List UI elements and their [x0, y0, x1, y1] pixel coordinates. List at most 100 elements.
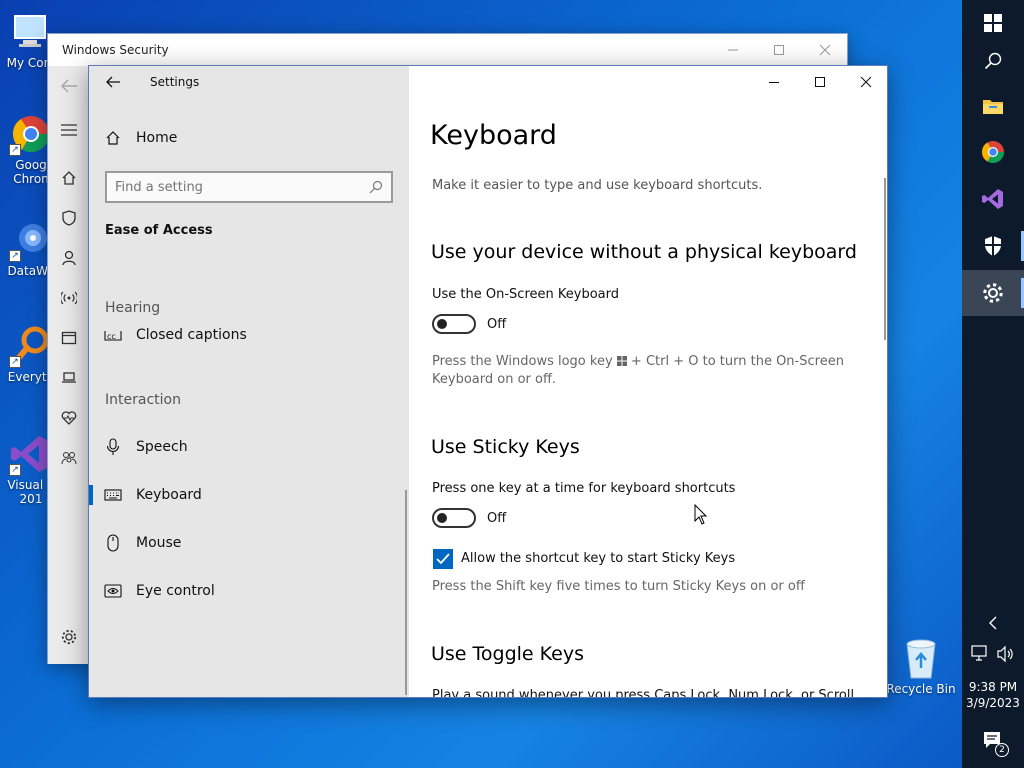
- osk-toggle-label: Use the On-Screen Keyboard: [432, 287, 619, 302]
- recycle-bin-icon: [899, 636, 943, 680]
- taskbar: 9:38 PM 3/9/2023 2: [962, 0, 1024, 768]
- home-icon[interactable]: [57, 166, 81, 190]
- section-heading-sticky-keys: Use Sticky Keys: [431, 436, 580, 458]
- shield-icon[interactable]: [57, 206, 81, 230]
- closed-captions-icon: cc: [89, 328, 136, 342]
- file-explorer-icon: [983, 100, 1003, 114]
- settings-sidebar: Settings Home Ease of Access Hearing cc …: [89, 66, 409, 697]
- maximize-button[interactable]: [797, 66, 843, 98]
- minimize-icon: [728, 49, 738, 51]
- minimize-button[interactable]: [751, 66, 797, 98]
- notification-count-badge: 2: [995, 743, 1009, 757]
- category-title: Ease of Access: [105, 223, 213, 238]
- nav-item-closed-captions[interactable]: cc Closed captions: [89, 315, 407, 355]
- back-arrow-icon[interactable]: [57, 74, 81, 98]
- eye-control-icon: [89, 584, 136, 598]
- network-status-icon[interactable]: [971, 645, 993, 665]
- settings-window[interactable]: Settings Home Ease of Access Hearing cc …: [88, 65, 888, 698]
- close-icon: [860, 76, 872, 88]
- maximize-icon: [815, 77, 825, 87]
- windows-security-nav-rail: [48, 66, 90, 664]
- clock[interactable]: 9:38 PM 3/9/2023: [962, 679, 1024, 711]
- page-subtitle: Make it easier to type and use keyboard …: [432, 178, 763, 193]
- close-button[interactable]: [843, 66, 887, 98]
- shortcut-arrow-icon: ↗: [9, 144, 21, 156]
- windows-logo-icon: [616, 356, 627, 366]
- nav-item-label: Closed captions: [136, 327, 247, 343]
- show-hidden-icons-button[interactable]: [962, 607, 1024, 639]
- mouse-cursor-icon: [694, 503, 708, 530]
- search-icon: [984, 52, 1002, 70]
- sticky-keys-toggle-label: Press one key at a time for keyboard sho…: [432, 481, 736, 496]
- mouse-icon: [89, 534, 136, 552]
- nav-item-mouse[interactable]: Mouse: [89, 523, 407, 563]
- windows-security-icon: [985, 236, 1001, 256]
- search-input[interactable]: [115, 179, 369, 195]
- nav-item-eye-control[interactable]: Eye control: [89, 571, 407, 611]
- sticky-keys-hint: Press the Shift key five times to turn S…: [432, 579, 805, 594]
- osk-hint: Press the Windows logo key + Ctrl + O to…: [432, 353, 852, 389]
- chrome-icon: [982, 141, 1004, 163]
- maximize-button[interactable]: [756, 34, 802, 66]
- section-header-interaction: Interaction: [105, 392, 181, 408]
- settings-content: Keyboard Make it easier to type and use …: [409, 66, 887, 698]
- nav-item-keyboard[interactable]: Keyboard: [89, 475, 407, 515]
- device-security-icon[interactable]: [57, 366, 81, 390]
- osk-toggle[interactable]: [432, 314, 476, 334]
- close-button[interactable]: [802, 34, 848, 66]
- home-icon: [89, 130, 136, 146]
- shortcut-arrow-icon: ↗: [9, 250, 21, 262]
- toggle-knob: [437, 513, 447, 523]
- minimize-button[interactable]: [710, 34, 756, 66]
- sticky-keys-toggle-state: Off: [487, 511, 507, 526]
- osk-toggle-state: Off: [487, 317, 507, 332]
- back-button[interactable]: [101, 70, 125, 94]
- network-icon[interactable]: [57, 286, 81, 310]
- taskbar-windows-security[interactable]: [962, 223, 1024, 269]
- sidebar-scrollbar[interactable]: [405, 490, 407, 695]
- taskbar-file-explorer[interactable]: [962, 83, 1024, 129]
- start-icon: [984, 14, 1002, 32]
- microphone-icon: [89, 438, 136, 456]
- settings-gear-icon[interactable]: [57, 625, 81, 649]
- account-icon[interactable]: [57, 246, 81, 270]
- volume-icon[interactable]: [996, 645, 1018, 665]
- nav-item-home[interactable]: Home: [89, 118, 407, 158]
- nav-item-label: Eye control: [136, 583, 215, 599]
- section-header-hearing: Hearing: [105, 300, 161, 316]
- osk-hint-text-start: Press the Windows logo key: [432, 354, 613, 369]
- search-icon[interactable]: [369, 180, 383, 194]
- sticky-keys-toggle[interactable]: [432, 508, 476, 528]
- nav-item-label: Home: [136, 130, 178, 146]
- svg-text:cc: cc: [107, 332, 116, 341]
- search-button[interactable]: [962, 38, 1024, 84]
- taskbar-chrome[interactable]: [962, 129, 1024, 175]
- device-health-icon[interactable]: [57, 406, 81, 430]
- section-heading-osk: Use your device without a physical keybo…: [431, 241, 857, 263]
- toggle-keys-label: Play a sound whenever you press Caps Loc…: [432, 688, 855, 698]
- clock-time: 9:38 PM: [968, 680, 1018, 694]
- shortcut-arrow-icon: ↗: [9, 356, 21, 368]
- app-browser-icon[interactable]: [57, 326, 81, 350]
- settings-icon: [983, 283, 1003, 303]
- taskbar-settings[interactable]: [962, 270, 1024, 316]
- nav-item-speech[interactable]: Speech: [89, 427, 407, 467]
- clock-date: 3/9/2023: [966, 696, 1020, 710]
- content-scrollbar[interactable]: [884, 178, 886, 340]
- family-options-icon[interactable]: [57, 446, 81, 470]
- page-title: Keyboard: [430, 120, 557, 151]
- checkmark-icon: [436, 553, 450, 565]
- recycle-bin-label: Recycle Bin: [886, 682, 956, 696]
- search-box[interactable]: [105, 171, 393, 203]
- action-center-button[interactable]: 2: [962, 718, 1024, 764]
- close-icon: [819, 44, 831, 56]
- hamburger-menu-icon[interactable]: [57, 118, 81, 142]
- chevron-left-icon: [989, 616, 997, 630]
- sticky-keys-shortcut-checkbox[interactable]: [433, 549, 453, 569]
- section-heading-toggle-keys: Use Toggle Keys: [431, 643, 585, 665]
- shortcut-arrow-icon: ↗: [9, 464, 21, 476]
- sticky-keys-shortcut-label[interactable]: Allow the shortcut key to start Sticky K…: [461, 551, 735, 566]
- settings-window-title: Settings: [150, 75, 200, 89]
- taskbar-visual-studio[interactable]: [962, 176, 1024, 222]
- desktop-icon-recycle-bin[interactable]: Recycle Bin: [886, 636, 956, 696]
